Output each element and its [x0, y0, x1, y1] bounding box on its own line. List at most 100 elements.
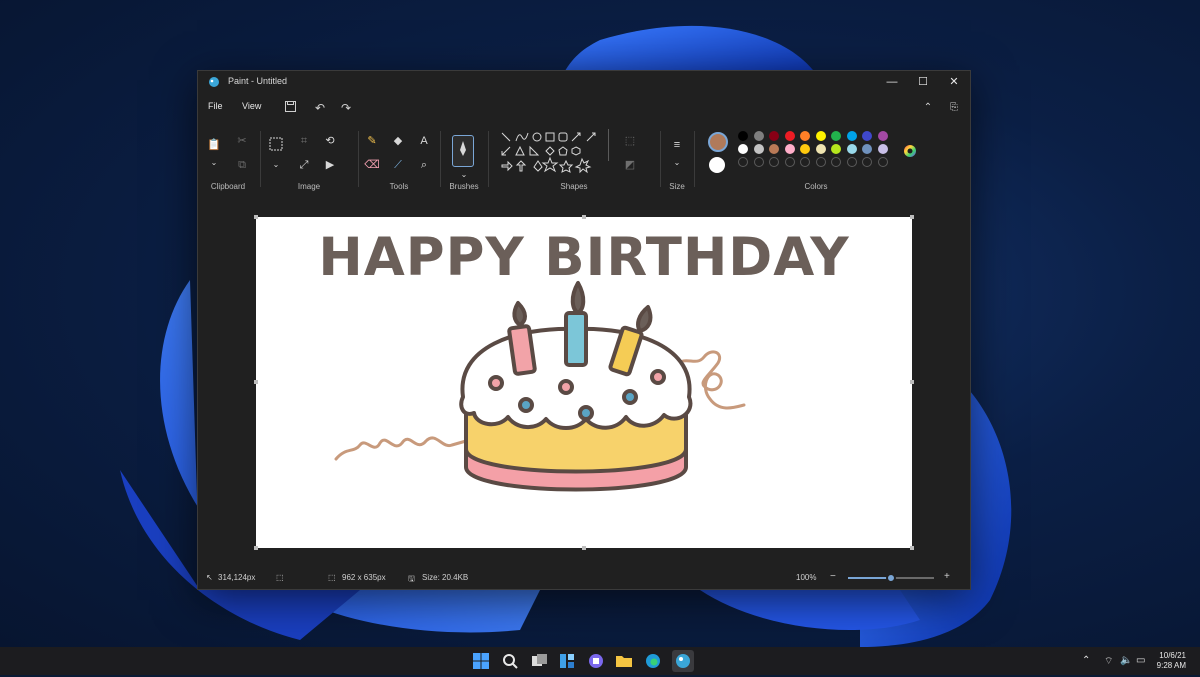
minimize-button[interactable]: —: [877, 72, 907, 92]
custom-color-slot[interactable]: [862, 157, 872, 167]
resize-handle[interactable]: [582, 546, 586, 550]
zoom-out-button[interactable]: −: [830, 571, 836, 582]
color-swatch[interactable]: [738, 144, 748, 154]
paste-dropdown-icon[interactable]: ⌄: [206, 155, 222, 171]
search-icon[interactable]: [501, 652, 519, 670]
chat-icon[interactable]: [587, 652, 605, 670]
resize-handle[interactable]: [254, 380, 258, 384]
size-dropdown-icon[interactable]: ⌄: [669, 155, 685, 171]
zoom-slider[interactable]: [848, 573, 934, 583]
color-swatch[interactable]: [831, 144, 841, 154]
copy-icon[interactable]: ⧉: [234, 157, 250, 173]
widgets-icon[interactable]: [558, 652, 576, 670]
menu-file[interactable]: File: [208, 101, 223, 111]
size-icon[interactable]: ≡: [669, 137, 685, 153]
cut-icon[interactable]: ✂: [234, 133, 250, 149]
paste-icon[interactable]: 📋: [206, 137, 222, 153]
resize-handle[interactable]: [254, 215, 258, 219]
shape-outline-icon[interactable]: ⬚: [622, 133, 638, 149]
color-swatch[interactable]: [877, 131, 888, 141]
save-icon[interactable]: [282, 100, 298, 116]
color-swatch[interactable]: [800, 131, 810, 141]
color-swatch[interactable]: [800, 144, 810, 154]
color-swatch[interactable]: [846, 131, 857, 141]
resize-handle[interactable]: [582, 215, 586, 219]
group-label-brushes: Brushes: [449, 182, 479, 191]
shapes-scroll-bar[interactable]: [608, 129, 609, 161]
primary-color[interactable]: [708, 132, 728, 152]
magnifier-icon[interactable]: ⌕: [416, 157, 432, 173]
color-swatch[interactable]: [738, 131, 748, 141]
share-icon[interactable]: ⎘: [946, 100, 962, 116]
paint-window: Paint - Untitled — ☐ ✕ File View ↶ ↷ ⌃ ⎘…: [197, 70, 971, 590]
custom-color-slot[interactable]: [800, 157, 810, 167]
custom-color-slot[interactable]: [769, 157, 779, 167]
status-bar: ↖ 314,124px ⬚ ⬚ 962 x 635px 🖫 Size: 20.4…: [198, 567, 970, 589]
color-picker-icon[interactable]: ⟋: [390, 157, 406, 173]
flip-icon[interactable]: ▶: [322, 157, 338, 173]
volume-icon[interactable]: 🔈: [1120, 655, 1132, 666]
pencil-icon[interactable]: ✎: [364, 133, 380, 149]
battery-icon[interactable]: ▭: [1136, 655, 1145, 666]
tray-overflow-icon[interactable]: ⌃: [1082, 655, 1090, 666]
resize-handle[interactable]: [910, 380, 914, 384]
crop-icon[interactable]: ⌗: [296, 133, 312, 149]
resize-handle[interactable]: [910, 546, 914, 550]
start-icon[interactable]: [472, 652, 490, 670]
color-swatch[interactable]: [862, 144, 872, 154]
edit-colors-icon[interactable]: [902, 143, 918, 159]
color-swatch[interactable]: [815, 144, 826, 154]
color-swatch[interactable]: [784, 131, 795, 141]
resize-handle[interactable]: [254, 546, 258, 550]
resize-icon[interactable]: ⤢: [296, 157, 312, 173]
ribbon-divider: [488, 131, 489, 187]
zoom-slider-thumb[interactable]: [886, 573, 896, 583]
select-icon[interactable]: [268, 137, 284, 153]
select-dropdown-icon[interactable]: ⌄: [268, 157, 284, 173]
shapes-gallery[interactable]: [500, 131, 610, 175]
close-button[interactable]: ✕: [939, 72, 969, 92]
shape-fill-icon[interactable]: ◩: [622, 157, 638, 173]
resize-handle[interactable]: [910, 215, 914, 219]
color-swatch[interactable]: [753, 144, 764, 154]
undo-icon[interactable]: ↶: [312, 100, 328, 116]
menu-view[interactable]: View: [242, 101, 261, 111]
color-swatch[interactable]: [815, 131, 826, 141]
color-swatch[interactable]: [769, 131, 779, 141]
eraser-icon[interactable]: ⌫: [364, 157, 380, 173]
custom-color-slot[interactable]: [877, 157, 888, 167]
text-icon[interactable]: A: [416, 133, 432, 149]
brushes-dropdown-icon[interactable]: ⌄: [456, 167, 472, 183]
edge-icon[interactable]: [644, 652, 662, 670]
brushes-button[interactable]: [452, 135, 474, 167]
task-view-icon[interactable]: [530, 652, 548, 670]
color-swatch[interactable]: [784, 144, 795, 154]
secondary-color[interactable]: [709, 157, 725, 173]
color-swatch[interactable]: [862, 131, 872, 141]
file-explorer-icon[interactable]: [615, 652, 633, 670]
color-swatch[interactable]: [877, 144, 888, 154]
custom-color-slot[interactable]: [784, 157, 795, 167]
group-label-image: Image: [297, 182, 321, 191]
redo-icon[interactable]: ↷: [338, 100, 354, 116]
color-swatch[interactable]: [753, 131, 764, 141]
wifi-icon[interactable]: ⌔: [1104, 655, 1113, 668]
taskbar-clock[interactable]: 10/6/21 9:28 AM: [1157, 651, 1186, 671]
custom-color-slot[interactable]: [831, 157, 841, 167]
maximize-button[interactable]: ☐: [908, 72, 938, 92]
paint-taskbar-icon[interactable]: [672, 650, 694, 672]
rotate-icon[interactable]: ⟲: [322, 133, 338, 149]
custom-color-slot[interactable]: [815, 157, 826, 167]
file-size-icon: 🖫: [408, 574, 415, 583]
drawing-canvas[interactable]: HAPPY BIRTHDAY: [256, 217, 912, 548]
collapse-ribbon-icon[interactable]: ⌃: [920, 100, 936, 116]
custom-color-slot[interactable]: [738, 157, 748, 167]
group-tools: ✎ ◆ A ⌫ ⟋ ⌕ Tools: [360, 127, 438, 193]
zoom-in-button[interactable]: +: [944, 571, 950, 582]
color-swatch[interactable]: [769, 144, 779, 154]
color-swatch[interactable]: [846, 144, 857, 154]
fill-icon[interactable]: ◆: [390, 133, 406, 149]
custom-color-slot[interactable]: [753, 157, 764, 167]
custom-color-slot[interactable]: [846, 157, 857, 167]
color-swatch[interactable]: [831, 131, 841, 141]
